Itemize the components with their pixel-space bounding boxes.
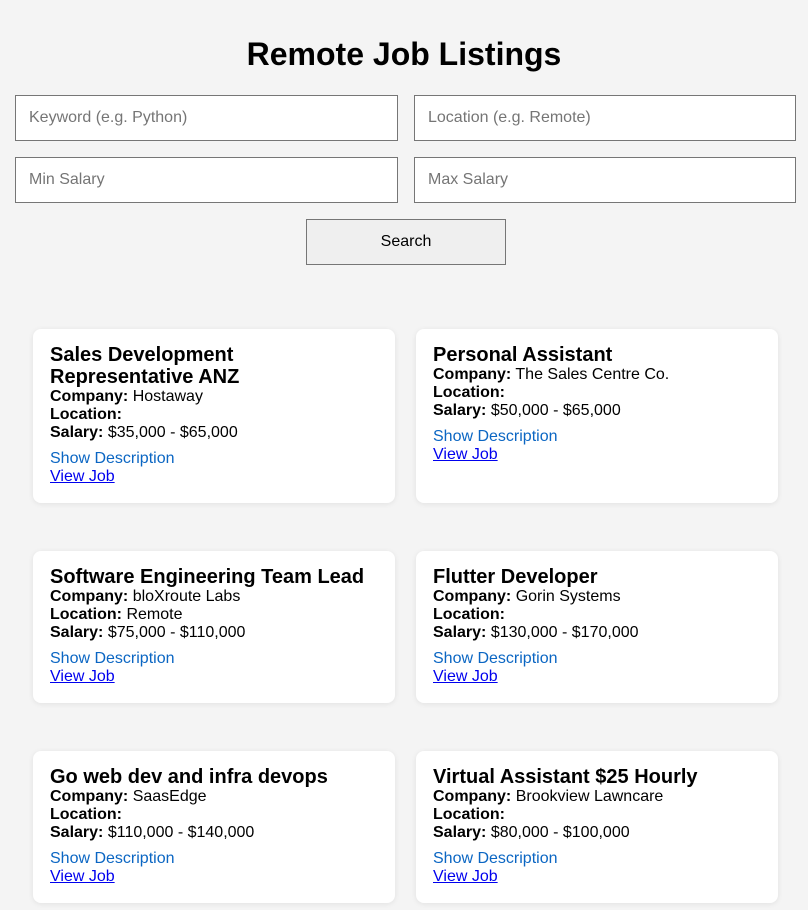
company-value: The Sales Centre Co. (515, 366, 670, 383)
company-row: Company: Gorin Systems (433, 588, 761, 606)
company-value: Hostaway (132, 388, 203, 405)
salary-row: Salary: $80,000 - $100,000 (433, 824, 761, 842)
job-card: Personal Assistant Company: The Sales Ce… (416, 329, 778, 503)
show-description-link[interactable]: Show Description (50, 850, 378, 868)
location-row: Location: (50, 406, 378, 424)
job-title: Virtual Assistant $25 Hourly (433, 766, 698, 788)
company-label: Company: (433, 588, 512, 605)
location-value: Remote (126, 606, 183, 623)
max-salary-input[interactable] (414, 157, 796, 203)
company-value: Brookview Lawncare (515, 788, 664, 805)
job-card: Software Engineering Team Lead Company: … (33, 551, 395, 703)
salary-row: Salary: $50,000 - $65,000 (433, 402, 761, 420)
company-label: Company: (50, 388, 129, 405)
salary-value: $110,000 - $140,000 (107, 824, 255, 841)
view-job-link[interactable]: View Job (50, 468, 378, 486)
company-row: Company: Hostaway (50, 388, 378, 406)
job-title: Software Engineering Team Lead (50, 566, 365, 588)
company-row: Company: The Sales Centre Co. (433, 366, 761, 384)
show-description-link[interactable]: Show Description (50, 450, 378, 468)
job-card: Virtual Assistant $25 Hourly Company: Br… (416, 751, 778, 903)
company-row: Company: Brookview Lawncare (433, 788, 761, 806)
salary-row: Salary: $75,000 - $110,000 (50, 624, 378, 642)
location-label: Location: (433, 806, 505, 823)
show-description-link[interactable]: Show Description (433, 650, 761, 668)
salary-row: Salary: $130,000 - $170,000 (433, 624, 761, 642)
show-description-link[interactable]: Show Description (433, 428, 761, 446)
page-title: Remote Job Listings (246, 36, 562, 72)
job-title: Sales Development Representative ANZ (50, 344, 240, 388)
company-value: Gorin Systems (515, 588, 621, 605)
show-description-link[interactable]: Show Description (433, 850, 761, 868)
location-row: Location: (433, 384, 761, 402)
view-job-link[interactable]: View Job (50, 868, 378, 886)
location-row: Location: Remote (50, 606, 378, 624)
salary-label: Salary: (50, 824, 104, 841)
company-label: Company: (50, 588, 129, 605)
salary-value: $35,000 - $65,000 (107, 424, 238, 441)
job-card: Go web dev and infra devops Company: Saa… (33, 751, 395, 903)
location-label: Location: (433, 384, 505, 401)
salary-label: Salary: (433, 624, 487, 641)
company-label: Company: (433, 788, 512, 805)
salary-value: $75,000 - $110,000 (107, 624, 246, 641)
job-card: Sales Development Representative ANZ Com… (33, 329, 395, 503)
salary-row: Salary: $110,000 - $140,000 (50, 824, 378, 842)
salary-row: Salary: $35,000 - $65,000 (50, 424, 378, 442)
company-value: bloXroute Labs (132, 588, 241, 605)
salary-label: Salary: (50, 624, 104, 641)
location-row: Location: (50, 806, 378, 824)
view-job-link[interactable]: View Job (433, 668, 761, 686)
job-card: Flutter Developer Company: Gorin Systems… (416, 551, 778, 703)
company-value: SaasEdge (132, 788, 207, 805)
salary-value: $50,000 - $65,000 (490, 402, 621, 419)
salary-value: $80,000 - $100,000 (490, 824, 630, 841)
company-label: Company: (50, 788, 129, 805)
view-job-link[interactable]: View Job (433, 446, 761, 464)
company-row: Company: SaasEdge (50, 788, 378, 806)
min-salary-input[interactable] (15, 157, 398, 203)
job-title: Personal Assistant (433, 344, 613, 366)
keyword-input[interactable] (15, 95, 398, 141)
search-button[interactable]: Search (306, 219, 506, 265)
job-title: Go web dev and infra devops (50, 766, 328, 788)
location-row: Location: (433, 606, 761, 624)
show-description-link[interactable]: Show Description (50, 650, 378, 668)
location-row: Location: (433, 806, 761, 824)
view-job-link[interactable]: View Job (50, 668, 378, 686)
company-label: Company: (433, 366, 512, 383)
location-input[interactable] (414, 95, 796, 141)
location-label: Location: (50, 806, 122, 823)
salary-label: Salary: (433, 402, 487, 419)
job-title: Flutter Developer (433, 566, 598, 588)
location-label: Location: (50, 406, 122, 423)
salary-label: Salary: (50, 424, 104, 441)
salary-label: Salary: (433, 824, 487, 841)
view-job-link[interactable]: View Job (433, 868, 761, 886)
location-label: Location: (433, 606, 505, 623)
location-label: Location: (50, 606, 122, 623)
salary-value: $130,000 - $170,000 (490, 624, 639, 641)
company-row: Company: bloXroute Labs (50, 588, 378, 606)
